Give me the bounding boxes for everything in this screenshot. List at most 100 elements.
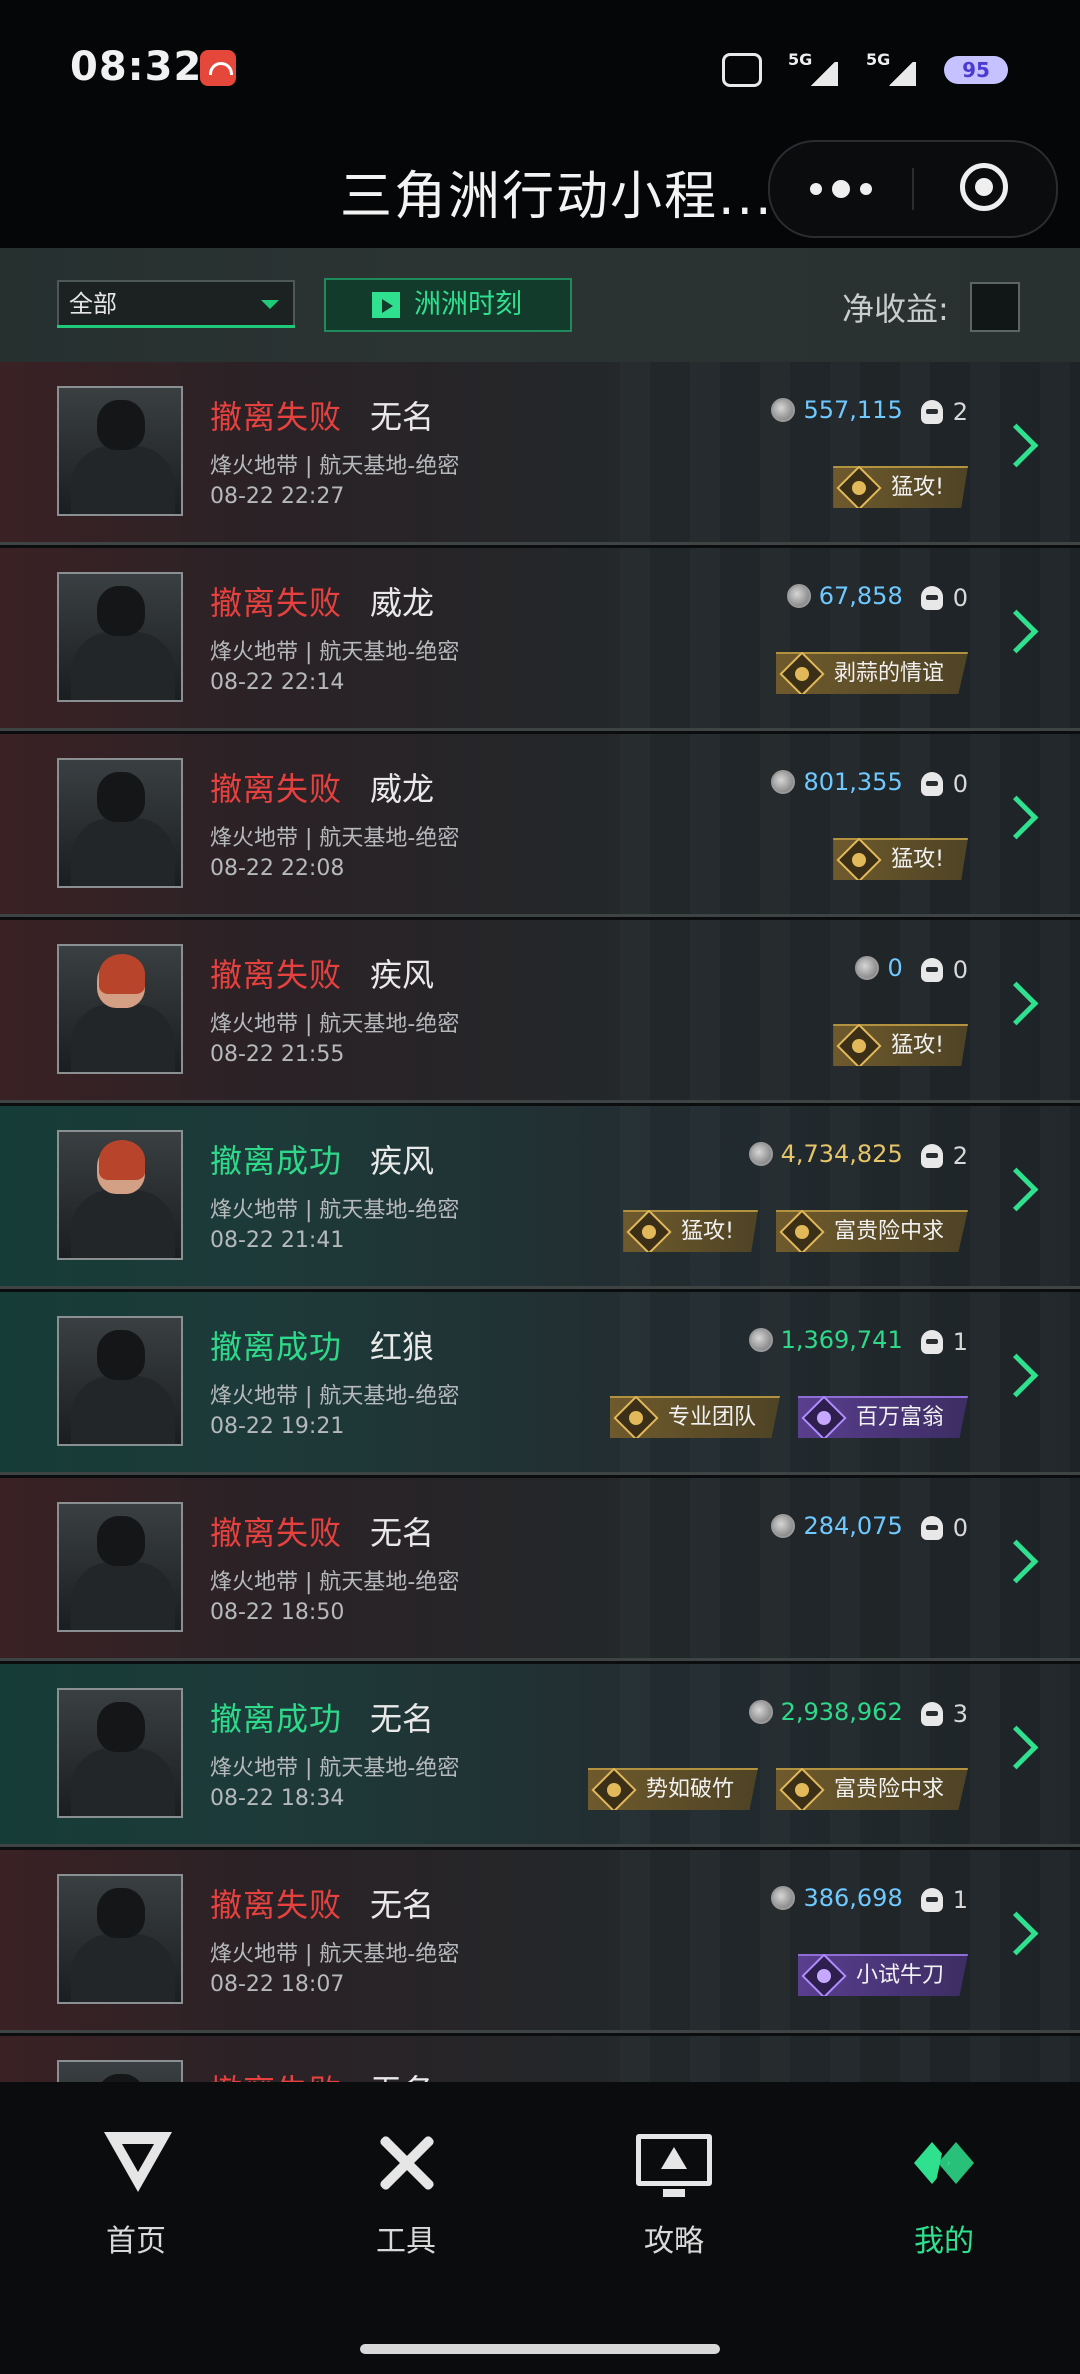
- chevron-right-icon[interactable]: [994, 1539, 1039, 1584]
- close-miniprogram-button[interactable]: [960, 163, 1008, 211]
- achievement-badge: 势如破竹: [587, 1768, 758, 1810]
- loot-value: 801,355: [771, 768, 903, 796]
- map-name: 烽火地带 | 航天基地-绝密: [210, 454, 460, 479]
- medal-icon: [836, 466, 882, 508]
- chevron-right-icon[interactable]: [994, 1167, 1039, 1212]
- achievement-badge-label: 富贵险中求: [833, 1219, 944, 1244]
- map-name: 烽火地带 | 航天基地-绝密: [210, 826, 460, 851]
- map-name: 烽火地带 | 航天基地-绝密: [210, 1942, 460, 1967]
- operator-avatar: [57, 1874, 183, 2004]
- operator-name: 威龙: [370, 584, 435, 622]
- more-button[interactable]: [770, 142, 912, 236]
- extraction-status: 撤离成功: [210, 1142, 343, 1180]
- chevron-right-icon[interactable]: [994, 609, 1039, 654]
- alarm-icon: [722, 53, 762, 87]
- kill-count-number: 0: [952, 584, 968, 612]
- operator-name: 无名: [370, 398, 435, 436]
- map-name: 烽火地带 | 航天基地-绝密: [210, 640, 460, 665]
- match-record-row[interactable]: 撤离失败 无名 烽火地带 | 航天基地-绝密 08-22 18:50 284,075 0: [0, 1478, 1080, 1661]
- chevron-right-icon[interactable]: [994, 1353, 1039, 1398]
- match-record-row[interactable]: 撤离失败 无名: [0, 2036, 1080, 2082]
- loot-value-number: 386,698: [803, 1884, 903, 1912]
- signal-icon: 5G: [788, 50, 840, 90]
- skull-icon: [920, 772, 943, 796]
- loot-value: 284,075: [771, 1512, 903, 1540]
- match-record-row[interactable]: 撤离失败 威龙 烽火地带 | 航天基地-绝密 08-22 22:14 67,858 0 剥蒜…: [0, 548, 1080, 731]
- bottom-tab-bar: 首页 工具 攻略 我的: [0, 2082, 1080, 2374]
- skull-icon: [920, 1516, 943, 1540]
- tab-guide[interactable]: 攻略: [594, 2132, 754, 2262]
- loot-value: 0: [855, 954, 903, 982]
- medal-icon: [591, 1768, 637, 1810]
- operator-name: 无名: [370, 1700, 435, 1738]
- notification-app-icon: [200, 50, 236, 86]
- achievement-badge-label: 势如破竹: [645, 1777, 734, 1802]
- loot-value-number: 1,369,741: [780, 1326, 903, 1354]
- achievement-badges: 猛攻!: [833, 1024, 968, 1066]
- battery-icon: 95: [944, 56, 1008, 84]
- net-income-checkbox[interactable]: [970, 282, 1020, 332]
- chevron-right-icon[interactable]: [994, 795, 1039, 840]
- extraction-status: 撤离失败: [210, 956, 343, 994]
- achievement-badge-label: 专业团队: [667, 1405, 756, 1430]
- tab-tools[interactable]: 工具: [326, 2132, 486, 2262]
- loot-value-number: 2,938,962: [780, 1698, 903, 1726]
- medal-icon: [836, 1024, 882, 1066]
- match-record-row[interactable]: 撤离失败 疾风 烽火地带 | 航天基地-绝密 08-22 21:55 0 0 猛攻!: [0, 920, 1080, 1103]
- match-record-row[interactable]: 撤离成功 红狼 烽火地带 | 航天基地-绝密 08-22 19:21 1,369,741…: [0, 1292, 1080, 1475]
- operator-name: 威龙: [370, 770, 435, 808]
- status-time: 08:32: [70, 44, 203, 90]
- signal-icon-2: 5G: [866, 50, 918, 90]
- chevron-right-icon[interactable]: [994, 981, 1039, 1026]
- chevron-right-icon[interactable]: [994, 1911, 1039, 1956]
- operator-name: 无名: [370, 1886, 435, 1924]
- coin-icon: [748, 1700, 773, 1724]
- operator-avatar: [57, 2060, 183, 2082]
- tab-mine[interactable]: 我的: [864, 2132, 1024, 2262]
- match-datetime: 08-22 18:50: [210, 1600, 345, 1625]
- medal-icon: [626, 1210, 672, 1252]
- moments-button[interactable]: 洲洲时刻: [324, 278, 572, 332]
- chevron-right-icon[interactable]: [994, 423, 1039, 468]
- achievement-badge: 富贵险中求: [775, 1210, 968, 1252]
- achievement-badge-label: 小试牛刀: [855, 1963, 944, 1988]
- kill-count: 3: [920, 1700, 968, 1728]
- capsule-divider: [912, 168, 914, 210]
- guide-icon: [636, 2134, 712, 2197]
- kill-count-number: 0: [952, 770, 968, 798]
- loot-value-number: 67,858: [818, 582, 903, 610]
- tab-home[interactable]: 首页: [56, 2132, 216, 2262]
- achievement-badge-label: 猛攻!: [891, 475, 944, 500]
- loot-value: 386,698: [771, 1884, 903, 1912]
- coin-icon: [771, 398, 796, 422]
- match-record-row[interactable]: 撤离成功 疾风 烽火地带 | 航天基地-绝密 08-22 21:41 4,734,825…: [0, 1106, 1080, 1289]
- match-record-row[interactable]: 撤离失败 无名 烽火地带 | 航天基地-绝密 08-22 22:27 557,115 2 猛…: [0, 362, 1080, 545]
- skull-icon: [920, 400, 943, 424]
- mode-filter-select[interactable]: 全部: [57, 280, 295, 328]
- kill-count-number: 2: [952, 398, 968, 426]
- filter-bar: 全部 洲洲时刻 净收益:: [0, 248, 1080, 362]
- loot-value: 557,115: [771, 396, 903, 424]
- achievement-badges: 猛攻!: [833, 466, 968, 508]
- medal-icon: [836, 838, 882, 880]
- chevron-right-icon[interactable]: [994, 1725, 1039, 1770]
- kill-count-number: 3: [952, 1700, 968, 1728]
- kill-count-number: 0: [952, 956, 968, 984]
- loot-value: 67,858: [786, 582, 903, 610]
- operator-avatar: [57, 1316, 183, 1446]
- achievement-badge: 百万富翁: [797, 1396, 968, 1438]
- match-record-list[interactable]: 撤离失败 无名 烽火地带 | 航天基地-绝密 08-22 22:27 557,115 2 猛…: [0, 362, 1080, 2082]
- coin-icon: [786, 584, 811, 608]
- map-name: 烽火地带 | 航天基地-绝密: [210, 1384, 460, 1409]
- extraction-status: 撤离成功: [210, 1328, 343, 1366]
- coin-icon: [771, 770, 796, 794]
- operator-avatar: [57, 1502, 183, 1632]
- loot-value: 1,369,741: [748, 1326, 903, 1354]
- skull-icon: [920, 1702, 943, 1726]
- tab-home-label: 首页: [106, 2224, 166, 2259]
- extraction-status: 撤离失败: [210, 398, 343, 436]
- match-record-row[interactable]: 撤离失败 无名 烽火地带 | 航天基地-绝密 08-22 18:07 386,698 1 小…: [0, 1850, 1080, 2033]
- match-record-row[interactable]: 撤离失败 威龙 烽火地带 | 航天基地-绝密 08-22 22:08 801,355 0 猛…: [0, 734, 1080, 917]
- match-record-row[interactable]: 撤离成功 无名 烽火地带 | 航天基地-绝密 08-22 18:34 2,938,962…: [0, 1664, 1080, 1847]
- medal-icon: [801, 1396, 847, 1438]
